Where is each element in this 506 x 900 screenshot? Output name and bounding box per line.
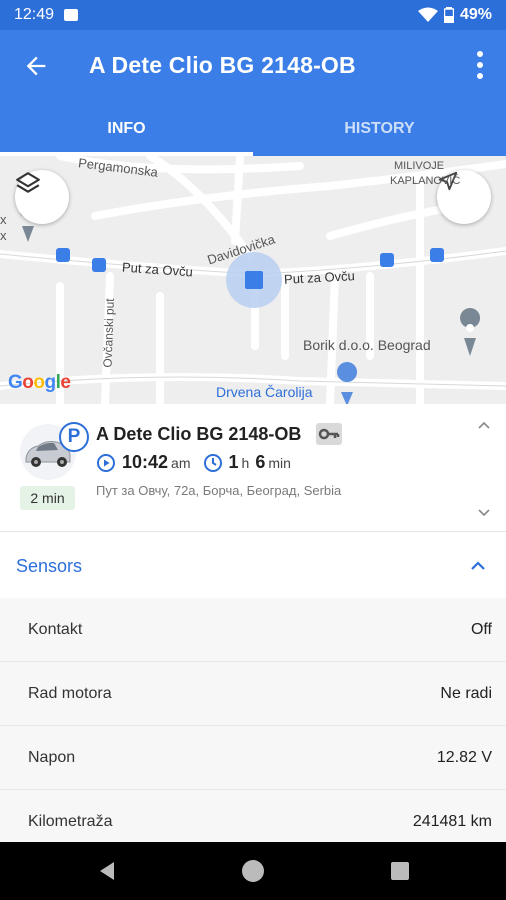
time-value: 10:42 bbox=[122, 452, 169, 472]
vehicle-name: A Dete Clio BG 2148-OB bbox=[96, 424, 302, 444]
map-label-borik: Borik d.o.o. Beograd bbox=[303, 337, 431, 353]
parking-badge: P bbox=[59, 422, 89, 452]
play-circle-icon bbox=[97, 453, 115, 472]
elapsed-hours-value: 1 bbox=[228, 452, 239, 472]
tab-bar: INFO HISTORY bbox=[0, 112, 506, 156]
app-bar: A Dete Clio BG 2148-OB INFO HISTORY bbox=[0, 30, 506, 156]
nav-back-icon[interactable] bbox=[96, 860, 118, 882]
status-time: 12:49 bbox=[14, 6, 55, 23]
list-item: Kontakt Off bbox=[0, 598, 506, 662]
battery-percent: 49% bbox=[459, 6, 492, 23]
sensor-value: Off bbox=[470, 620, 492, 638]
key-icon bbox=[316, 423, 342, 445]
layers-icon bbox=[16, 172, 40, 193]
map-roads bbox=[0, 156, 506, 404]
map-label-ovcanski-put: Ovčanski put bbox=[100, 298, 117, 368]
chevron-down-icon[interactable] bbox=[476, 504, 492, 520]
battery-icon bbox=[443, 7, 454, 23]
vehicle-address: Пут за Овчу, 72а, Борча, Београд, Serbia bbox=[96, 483, 342, 498]
sensors-section-header[interactable]: Sensors bbox=[0, 534, 506, 598]
map-label-drvena: Drvena Čarolija bbox=[216, 384, 313, 400]
map-label-edge-x1: x bbox=[0, 212, 7, 227]
list-item: Rad motora Ne radi bbox=[0, 662, 506, 726]
nav-recents-icon[interactable] bbox=[390, 861, 410, 881]
sensor-list: Kontakt Off Rad motora Ne radi Napon 12.… bbox=[0, 598, 506, 842]
map-layers-button[interactable] bbox=[15, 170, 69, 224]
sensor-value: Ne radi bbox=[440, 684, 492, 702]
more-vert-icon[interactable] bbox=[476, 50, 484, 80]
duration-badge: 2 min bbox=[20, 486, 75, 510]
list-item: Kilometraža 241481 km bbox=[0, 790, 506, 842]
tab-history[interactable]: HISTORY bbox=[253, 112, 506, 156]
map-view[interactable]: Pergamonska MILIVOJE KAPLANOVIĆ x x Davi… bbox=[0, 156, 506, 404]
map-label-edge-x2: x bbox=[0, 228, 7, 243]
nav-home-icon[interactable] bbox=[240, 858, 266, 884]
sensor-value: 241481 km bbox=[412, 812, 492, 830]
wifi-icon bbox=[417, 7, 438, 22]
sensor-name: Kilometraža bbox=[28, 812, 113, 830]
system-navigation-bar bbox=[0, 842, 506, 900]
sensor-value: 12.82 V bbox=[436, 748, 492, 766]
page-title: A Dete Clio BG 2148-OB bbox=[89, 52, 356, 78]
sensor-name: Kontakt bbox=[28, 620, 83, 638]
back-arrow-icon[interactable] bbox=[22, 52, 50, 80]
sensor-name: Rad motora bbox=[28, 684, 112, 702]
sensor-name: Napon bbox=[28, 748, 76, 766]
sensors-title: Sensors bbox=[16, 556, 83, 576]
image-notification-icon bbox=[64, 9, 79, 21]
tab-info[interactable]: INFO bbox=[0, 112, 253, 156]
elapsed-minutes-unit: min bbox=[268, 455, 291, 471]
time-suffix: am bbox=[171, 455, 191, 471]
map-label-milivoje: MILIVOJE bbox=[394, 160, 445, 172]
elapsed-hours-unit: h bbox=[241, 455, 250, 471]
status-bar: 12:49 49% bbox=[0, 0, 506, 30]
chevron-up-icon[interactable] bbox=[476, 418, 492, 434]
chevron-up-icon[interactable] bbox=[470, 558, 486, 574]
clock-icon bbox=[203, 453, 222, 472]
elapsed-minutes-value: 6 bbox=[255, 452, 266, 472]
vehicle-times: 10:42 am 1 h 6 min bbox=[96, 452, 291, 473]
vehicle-card[interactable]: P 2 min A Dete Clio BG 2148-OB 10:42 am … bbox=[0, 404, 506, 532]
list-item: Napon 12.82 V bbox=[0, 726, 506, 790]
map-label-kaplanovic: KAPLANOVIĆ bbox=[390, 175, 461, 187]
status-right: 49% bbox=[417, 6, 492, 24]
google-logo: Google bbox=[8, 372, 71, 393]
